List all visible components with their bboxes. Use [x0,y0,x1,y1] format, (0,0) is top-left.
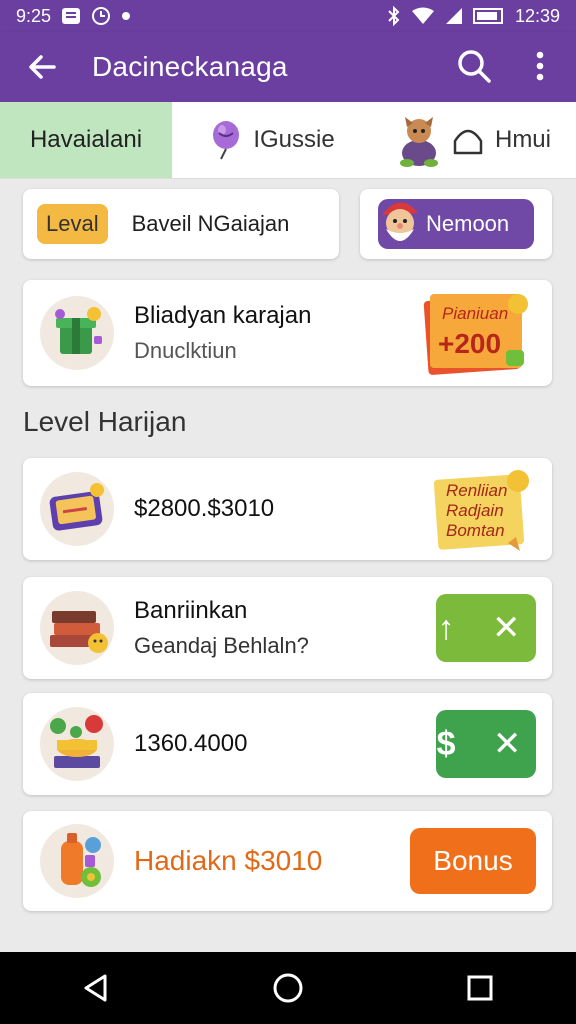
character-icon [399,117,438,167]
page-title: Dacineckanaga [92,51,288,82]
bonus-row[interactable]: Hadiakn $3010 Bonus [23,811,552,911]
gnome-avatar-icon [382,202,418,241]
range-promo[interactable]: Renliian Radjain Bomtan [432,467,536,551]
cash-badge-button[interactable]: $ ✕ [436,710,536,778]
circle-home-icon [273,973,303,1003]
bottle-icon [40,824,114,898]
reward-row[interactable]: Bliadyan karajan Dnuclktiun Pianiuan +20… [23,280,552,386]
more-vert-icon [536,51,544,81]
promo-line: Bomtan [446,521,505,540]
bluetooth-icon [387,6,401,26]
books-subtitle: Geandaj Behlaln? [134,633,309,658]
amount-title: 1360.4000 [134,730,248,757]
promo-value: +200 [438,328,502,359]
promo-line: Renliian [446,481,508,500]
ticket-icon [40,472,114,546]
tab-label: IGussie [253,126,335,153]
clock-icon [91,6,111,26]
amount-row[interactable]: 1360.4000 $ ✕ [23,693,552,795]
signal-icon [445,7,463,25]
battery-icon [472,7,505,25]
search-button[interactable] [454,46,494,86]
nav-home-button[interactable] [258,958,318,1018]
bonus-button[interactable]: Bonus [410,828,536,894]
tab-label: Havaialani [29,126,143,153]
promo-title: Pianiuan [442,304,509,323]
member-card: Nemoon [360,189,552,259]
search-icon [458,50,491,83]
message-icon [61,7,81,25]
tab-igussie[interactable]: IGussie [172,102,372,178]
app-bar: Dacineckanaga [0,32,576,102]
bonus-title: Hadiakn $3010 [134,845,323,876]
tab-bar: Havaialani IGussie Hmui [0,102,576,179]
triangle-back-icon [84,974,107,1002]
range-row[interactable]: $2800.$3010 Renliian Radjain Bomtan [23,458,552,560]
reward-title: Bliadyan karajan [134,302,312,329]
back-button[interactable] [22,47,62,87]
level-badge: Leval [37,204,108,244]
nav-recents-button[interactable] [450,958,510,1018]
member-button[interactable]: Nemoon [378,199,534,249]
reward-promo[interactable]: Pianiuan +200 [420,288,536,378]
boost-badge-button[interactable]: ↑ ✕ [436,594,536,662]
promo-line: Radjain [446,501,504,520]
status-time-left: 9:25 [16,5,52,26]
member-button-label: Nemoon [426,211,510,236]
books-row[interactable]: Banriinkan Geandaj Behlaln? ↑ ✕ [23,577,552,679]
books-icon [40,591,114,665]
system-nav-bar [0,952,576,1024]
level-name: Baveil NGaiajan [131,211,290,236]
reward-subtitle: Dnuclktiun [134,338,237,363]
balloon-icon [213,121,240,160]
books-title: Banriinkan [134,597,248,624]
more-options-button[interactable] [520,46,560,86]
notification-dot-icon [121,11,131,21]
range-title: $2800.$3010 [134,495,275,522]
nav-back-button[interactable] [66,958,126,1018]
status-bar: 9:25 12:39 [0,0,576,32]
gift-box-icon [40,296,114,370]
treasure-icon [40,707,114,781]
back-arrow-icon [29,55,56,79]
status-time-right: 12:39 [514,5,560,26]
tab-hmui[interactable]: Hmui [372,102,576,178]
section-title: Level Harijan [23,406,187,437]
tab-havaialani[interactable]: Havaialani [0,102,172,178]
wifi-icon [411,7,435,25]
level-card[interactable]: Leval Baveil NGaiajan [23,189,339,259]
home-outline-icon [453,129,483,155]
tab-label: Hmui [494,126,551,153]
square-recents-icon [467,975,493,1001]
